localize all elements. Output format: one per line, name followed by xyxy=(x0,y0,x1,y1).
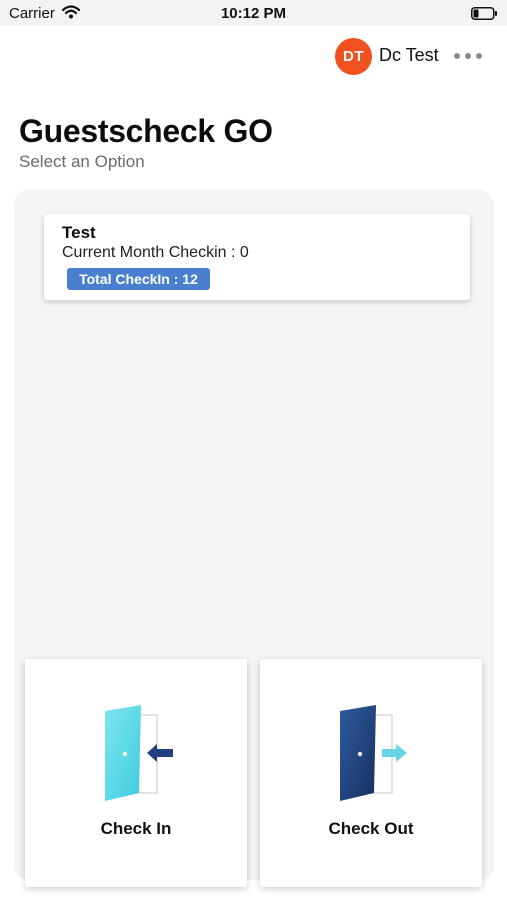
status-time: 10:12 PM xyxy=(220,5,287,22)
avatar[interactable]: DT xyxy=(335,38,372,75)
check-out-button[interactable]: Check Out xyxy=(260,659,482,887)
door-enter-icon xyxy=(105,705,173,801)
check-out-label: Check Out xyxy=(328,819,414,838)
check-in-button[interactable]: Check In xyxy=(25,659,247,887)
location-card[interactable]: Test Current Month Checkin : 0 Total Che… xyxy=(44,214,470,300)
current-month-checkin: Current Month Checkin : 0 xyxy=(62,244,249,261)
dot xyxy=(476,53,482,59)
user-name[interactable]: Dc Test xyxy=(379,45,439,66)
battery-icon xyxy=(471,7,497,20)
total-checkin-badge: Total CheckIn : 12 xyxy=(67,268,210,290)
door-exit-icon xyxy=(340,705,407,801)
page-subtitle: Select an Option xyxy=(19,152,145,171)
dot xyxy=(465,53,471,59)
page-title: Guestscheck GO xyxy=(19,113,273,149)
location-name: Test xyxy=(62,223,96,242)
status-bar: Carrier 10:12 PM xyxy=(0,0,507,26)
check-in-label: Check In xyxy=(100,819,172,838)
dot xyxy=(454,53,460,59)
more-options-icon[interactable] xyxy=(454,44,482,68)
